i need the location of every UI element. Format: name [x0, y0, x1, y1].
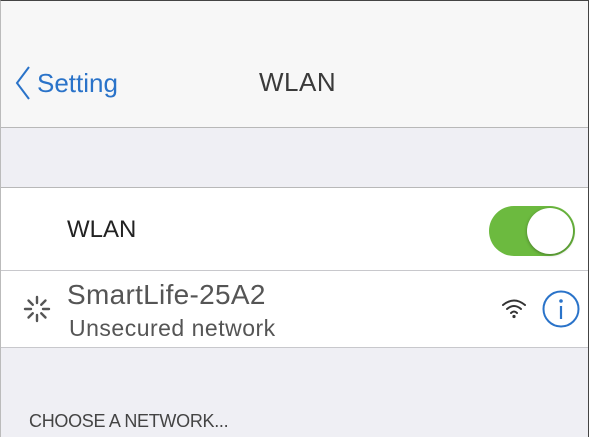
back-label: Setting — [37, 67, 118, 98]
loading-spinner-icon — [23, 295, 51, 323]
page-title: WLAN — [259, 67, 337, 97]
wifi-signal-icon — [502, 299, 526, 319]
choose-network-header: CHOOSE A NETWORK... — [29, 411, 229, 431]
toggle-knob — [527, 208, 573, 254]
wlan-toggle-switch[interactable] — [489, 206, 575, 256]
info-icon[interactable] — [542, 290, 580, 328]
network-row[interactable]: SmartLife-25A2 Unsecured network — [1, 271, 588, 348]
network-security-status: Unsecured network — [69, 315, 276, 341]
wlan-label: WLAN — [67, 216, 137, 243]
network-name: SmartLife-25A2 — [67, 279, 266, 310]
back-button[interactable]: Setting — [15, 63, 118, 103]
chevron-left-icon — [15, 66, 30, 100]
settings-screen: Setting WLAN WLAN SmartLife-25A2 Unsecur… — [0, 0, 589, 437]
section-spacer — [1, 128, 588, 187]
navigation-bar: Setting WLAN — [1, 1, 588, 128]
wlan-toggle-row: WLAN — [1, 187, 588, 271]
